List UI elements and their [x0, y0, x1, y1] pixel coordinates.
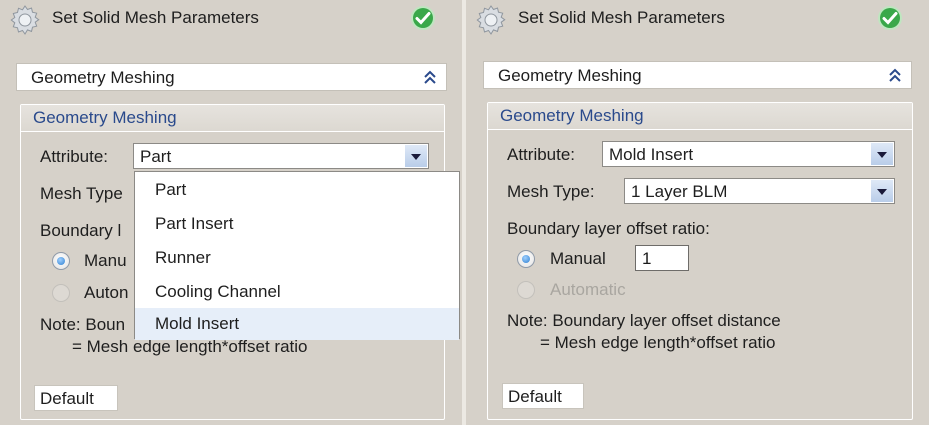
ok-check-icon[interactable] — [410, 5, 436, 31]
attribute-select-value: Mold Insert — [609, 145, 694, 164]
dropdown-option-part-insert[interactable]: Part Insert — [135, 208, 459, 240]
gear-icon — [10, 5, 40, 35]
dropdown-option-label: Part Insert — [155, 214, 234, 233]
left-dialog-panel: Set Solid Mesh Parameters Geometry Meshi… — [0, 0, 462, 425]
attribute-dropdown-list[interactable]: Part Part Insert Runner Cooling Channel … — [134, 171, 460, 340]
attribute-select-value: Part — [140, 147, 172, 166]
mesh-type-label: Mesh Type — [40, 184, 123, 203]
manual-radio[interactable] — [517, 250, 535, 268]
automatic-radio[interactable] — [517, 281, 535, 299]
group-header: Geometry Meshing — [21, 105, 444, 132]
note-line-1: Note: Boundary layer offset distance — [507, 311, 781, 330]
mesh-type-select[interactable]: 1 Layer BLM — [624, 178, 895, 204]
section-header-geometry-meshing[interactable]: Geometry Meshing — [16, 63, 447, 91]
section-header-label: Geometry Meshing — [31, 68, 175, 87]
double-chevron-up-icon[interactable] — [887, 67, 903, 83]
right-dialog-panel: Set Solid Mesh Parameters Geometry Meshi… — [466, 0, 929, 425]
offset-ratio-value: 1 — [642, 249, 652, 268]
section-header-label: Geometry Meshing — [498, 66, 642, 85]
boundary-label: Boundary l — [40, 221, 122, 240]
default-button[interactable]: Default — [502, 383, 584, 409]
gear-icon — [476, 5, 506, 35]
dropdown-option-mold-insert[interactable]: Mold Insert — [135, 308, 459, 340]
dialog-titlebar: Set Solid Mesh Parameters — [466, 0, 929, 38]
group-header: Geometry Meshing — [488, 103, 912, 130]
dialog-title: Set Solid Mesh Parameters — [518, 8, 725, 27]
dropdown-option-label: Cooling Channel — [155, 282, 281, 301]
note-line-2: = Mesh edge length*offset ratio — [72, 337, 308, 356]
dialog-titlebar: Set Solid Mesh Parameters — [0, 0, 462, 38]
attribute-select[interactable]: Mold Insert — [602, 141, 895, 167]
dropdown-option-part[interactable]: Part — [135, 174, 459, 206]
default-button[interactable]: Default — [34, 385, 118, 411]
attribute-label: Attribute: — [507, 145, 576, 164]
attribute-label: Attribute: — [40, 147, 109, 166]
attribute-select[interactable]: Part — [133, 143, 429, 169]
manual-label: Manual — [550, 249, 606, 268]
dropdown-arrow-icon[interactable] — [871, 180, 893, 202]
section-header-geometry-meshing[interactable]: Geometry Meshing — [483, 61, 912, 89]
dropdown-option-label: Part — [155, 180, 187, 199]
default-button-label: Default — [508, 387, 562, 406]
automatic-label: Automatic — [550, 280, 626, 299]
default-button-label: Default — [40, 389, 94, 408]
dialog-title: Set Solid Mesh Parameters — [52, 8, 259, 27]
dropdown-option-label: Runner — [155, 248, 211, 267]
automatic-label: Auton — [84, 283, 129, 302]
note-line-2: = Mesh edge length*offset ratio — [540, 333, 776, 352]
boundary-label: Boundary layer offset ratio: — [507, 219, 710, 238]
dropdown-arrow-icon[interactable] — [405, 145, 427, 167]
manual-label: Manu — [84, 251, 127, 270]
manual-radio[interactable] — [52, 252, 70, 270]
ok-check-icon[interactable] — [877, 5, 903, 31]
note-line-1: Note: Boun — [40, 315, 126, 334]
dropdown-option-cooling-channel[interactable]: Cooling Channel — [135, 276, 459, 308]
dropdown-option-runner[interactable]: Runner — [135, 242, 459, 274]
mesh-type-label: Mesh Type: — [507, 182, 595, 201]
double-chevron-up-icon[interactable] — [422, 69, 438, 85]
mesh-type-select-value: 1 Layer BLM — [631, 182, 728, 201]
offset-ratio-input[interactable]: 1 — [635, 245, 689, 271]
dropdown-option-label: Mold Insert — [155, 314, 240, 333]
group-title: Geometry Meshing — [500, 106, 644, 125]
group-title: Geometry Meshing — [33, 108, 177, 127]
dropdown-arrow-icon[interactable] — [871, 143, 893, 165]
automatic-radio[interactable] — [52, 284, 70, 302]
